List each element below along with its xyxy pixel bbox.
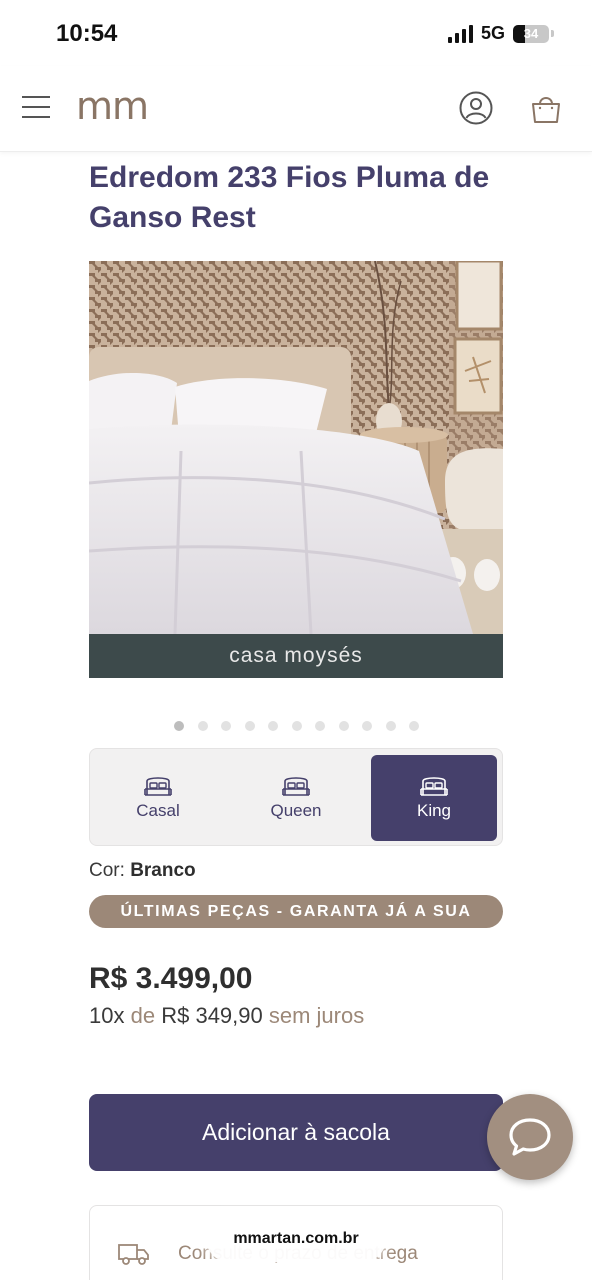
- carousel-dot[interactable]: [244, 721, 255, 731]
- carousel-dot[interactable]: [221, 721, 231, 731]
- carousel-dot[interactable]: [174, 721, 184, 731]
- installments-suffix: sem juros: [268, 1003, 365, 1028]
- installments-info: 10x de R$ 349,90 sem juros: [89, 1003, 364, 1029]
- color-info: Cor: Branco: [89, 860, 196, 882]
- carousel-dot[interactable]: [362, 721, 372, 731]
- size-selector: Casal Queen King: [89, 748, 503, 846]
- carousel-dot[interactable]: [385, 721, 396, 731]
- installment-value: R$ 349,90: [161, 1003, 263, 1028]
- carousel-dot[interactable]: [291, 721, 302, 731]
- low-stock-badge: ÚLTIMAS PEÇAS - GARANTA JÁ A SUA: [89, 895, 503, 928]
- installments-of: de: [130, 1003, 156, 1028]
- carousel-dot[interactable]: [268, 721, 278, 731]
- signal-icon: [447, 24, 473, 43]
- browser-url-bar[interactable]: mmartan.com.br: [206, 1216, 386, 1262]
- bed-icon: [144, 777, 172, 796]
- product-title: Edredom 233 Fios Pluma de Ganso Rest: [89, 161, 490, 234]
- shopping-bag-icon[interactable]: [528, 90, 564, 126]
- size-label: Queen: [270, 801, 322, 820]
- carousel-dots: [174, 721, 419, 731]
- site-header: mm: [0, 66, 592, 152]
- size-label: King: [416, 801, 452, 820]
- brand-logo[interactable]: mm: [76, 84, 149, 128]
- carousel-dot[interactable]: [197, 721, 208, 731]
- menu-icon[interactable]: [22, 96, 50, 118]
- product-image[interactable]: casa moysés: [89, 261, 503, 678]
- status-bar: 10:54 5G 34: [0, 0, 592, 66]
- carousel-dot[interactable]: [409, 721, 419, 731]
- size-label: Casal: [136, 801, 180, 820]
- status-time: 10:54: [56, 20, 118, 47]
- status-indicators: 5G 34: [447, 23, 554, 44]
- color-label: Cor:: [89, 860, 125, 881]
- user-icon[interactable]: [458, 90, 494, 126]
- color-value: Branco: [130, 860, 196, 881]
- chat-bubble-icon: [509, 1118, 551, 1156]
- size-option-queen[interactable]: Queen: [233, 755, 359, 841]
- carousel-dot[interactable]: [338, 721, 349, 731]
- bedroom-photo: [89, 261, 503, 635]
- installments-count: 10x: [89, 1003, 125, 1028]
- battery-tip: [551, 30, 554, 37]
- truck-icon: [118, 1244, 149, 1265]
- chat-button[interactable]: [487, 1094, 573, 1180]
- size-option-casal[interactable]: Casal: [95, 755, 221, 841]
- network-type: 5G: [480, 23, 505, 43]
- bed-icon: [420, 777, 448, 796]
- size-option-king[interactable]: King: [371, 755, 497, 841]
- battery-icon: 34: [513, 24, 549, 43]
- bed-icon: [282, 777, 310, 796]
- battery-level: 34: [523, 25, 539, 41]
- image-brand-label: casa moysés: [89, 634, 503, 678]
- product-price: R$ 3.499,00: [89, 962, 253, 995]
- add-to-bag-button[interactable]: Adicionar à sacola: [89, 1094, 503, 1171]
- carousel-dot[interactable]: [315, 721, 325, 731]
